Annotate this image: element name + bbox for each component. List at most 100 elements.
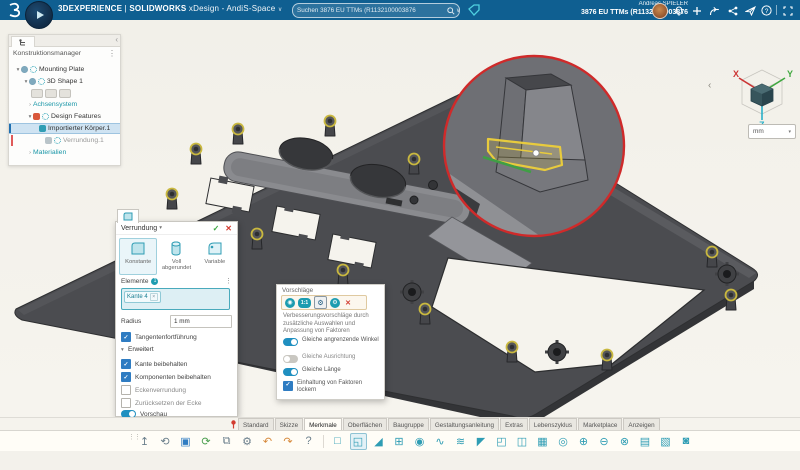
pin-icon[interactable] xyxy=(230,420,237,429)
tree-config-badges[interactable] xyxy=(9,88,142,99)
refresh-icon[interactable]: ⟳ xyxy=(198,433,215,450)
3ds-logo[interactable] xyxy=(6,2,24,18)
toggle-equal-alignment[interactable]: Gleiche Ausrichtung xyxy=(283,354,381,363)
units-dropdown[interactable]: mm ▾ xyxy=(748,124,796,139)
tab-merkmale[interactable]: Merkmale xyxy=(304,418,342,430)
type-full-round-button[interactable]: Voll abgerundet xyxy=(157,238,195,275)
checkbox-icon[interactable] xyxy=(121,398,131,408)
tab-skizze[interactable]: Skizze xyxy=(274,418,304,430)
chip-close-icon[interactable]: × xyxy=(149,293,158,301)
search-bar[interactable] xyxy=(292,3,460,18)
search-options-chevron-icon[interactable]: ∨ xyxy=(456,7,460,14)
tree-item-3d-shape[interactable]: ▾ 3D Shape 1 xyxy=(9,76,134,87)
option-reset-corner[interactable]: Zurücksetzen der Ecke xyxy=(121,398,232,408)
boss-icon[interactable]: ⊕ xyxy=(575,433,592,450)
optimize-icon[interactable]: ◉ xyxy=(285,297,295,308)
draft-icon[interactable]: ◤ xyxy=(473,433,490,450)
toggle-on[interactable] xyxy=(283,338,298,346)
redo-icon[interactable]: ↷ xyxy=(280,433,297,450)
tree-item-imported-body[interactable]: Importierter Körper.1 xyxy=(9,123,120,134)
chevron-down-icon[interactable]: ▾ xyxy=(159,225,212,231)
pattern-icon[interactable]: ▦ xyxy=(534,433,551,450)
tab-lebenszyklus[interactable]: Lebenszyklus xyxy=(528,418,578,430)
close-icon[interactable]: ✕ xyxy=(343,298,353,308)
auto-apply-icon[interactable]: ⚙ xyxy=(330,297,340,308)
compass-logo[interactable] xyxy=(25,1,53,29)
rib-icon[interactable]: ▤ xyxy=(637,433,654,450)
fillet-dialog-header[interactable]: Verrundung ▾ ✓ ✕ xyxy=(116,222,237,235)
send-plane-icon[interactable] xyxy=(744,4,757,17)
tab-standard[interactable]: Standard xyxy=(238,418,274,430)
checkbox-icon[interactable] xyxy=(121,385,131,395)
tab-baugruppe[interactable]: Baugruppe xyxy=(388,418,429,430)
cut-icon[interactable]: ⊖ xyxy=(596,433,613,450)
tab-extras[interactable]: Extras xyxy=(500,418,528,430)
triad-collapse-arrow[interactable]: ‹ xyxy=(708,80,711,91)
settings-gear-icon[interactable]: ⚙ xyxy=(239,433,256,450)
config-badge[interactable] xyxy=(31,89,43,98)
search-input[interactable] xyxy=(297,7,447,14)
caret-icon[interactable]: ▾ xyxy=(121,347,128,353)
settings-gear-icon[interactable]: ⚙ xyxy=(314,296,327,309)
section-advanced[interactable]: ▾ Erweitert xyxy=(121,346,232,353)
toggle-equal-adjacent[interactable]: Gleiche angrenzende Winkel xyxy=(283,337,381,346)
type-constant-button[interactable]: Konstante xyxy=(119,238,158,275)
tag-icon[interactable] xyxy=(468,4,480,16)
dome-icon[interactable]: ◙ xyxy=(678,433,695,450)
panel-collapse-icon[interactable]: ‹ xyxy=(115,35,118,44)
history-icon[interactable]: ⟲ xyxy=(157,433,174,450)
toggle-equal-length[interactable]: Gleiche Länge xyxy=(283,367,381,376)
elements-selection-box[interactable]: Kante 4 × xyxy=(121,288,230,310)
config-badge[interactable] xyxy=(45,89,57,98)
checkbox-checked-icon[interactable]: ✓ xyxy=(121,359,131,369)
chevron-down-icon[interactable]: ∨ xyxy=(278,7,283,13)
option-corner-fillet[interactable]: Eckenverrundung xyxy=(121,385,232,395)
app-context[interactable]: xDesign - AndiS-Space xyxy=(189,4,275,13)
cancel-button[interactable]: ✕ xyxy=(225,224,232,233)
tree-item-materialien[interactable]: › Materialien xyxy=(9,147,138,158)
search-icon[interactable] xyxy=(447,6,455,15)
help-icon[interactable]: ? xyxy=(300,433,317,450)
tab-marketplace[interactable]: Marketplace xyxy=(578,418,623,430)
fillet-dialog-tab[interactable] xyxy=(117,209,139,223)
tree-item-verrundung[interactable]: Verrundung.1 xyxy=(9,135,156,146)
toolbar-drag-handle[interactable]: ⋮⋮ xyxy=(128,433,141,441)
help-icon[interactable]: ? xyxy=(760,4,773,17)
shell-icon[interactable]: ◰ xyxy=(493,433,510,450)
intersect-icon[interactable]: ⊗ xyxy=(616,433,633,450)
checkbox-checked-icon[interactable]: ✓ xyxy=(121,372,131,382)
check-relax-factors[interactable]: ✓ Einhaltung von Faktoren lockern xyxy=(283,380,381,394)
chamfer-icon[interactable]: ◢ xyxy=(370,433,387,450)
option-keep-edge[interactable]: ✓ Kante beibehalten xyxy=(121,359,232,369)
fillet-tool-icon[interactable]: ◱ xyxy=(349,432,367,450)
ratio-badge[interactable]: 1:1 xyxy=(298,297,311,308)
tree-item-achsensystem[interactable]: › Achsensystem xyxy=(9,99,138,110)
option-tangent[interactable]: ✓ Tangentenfortführung xyxy=(121,332,232,342)
clipboard-icon[interactable]: ⧉ xyxy=(218,433,235,450)
primitive-box-icon[interactable]: □ xyxy=(329,433,346,450)
revolve-icon[interactable]: ◉ xyxy=(411,433,428,450)
thicken-icon[interactable]: ▧ xyxy=(657,433,674,450)
type-variable-button[interactable]: Variable xyxy=(196,238,234,275)
tree-item-mounting-plate[interactable]: ▾ Mounting Plate xyxy=(9,64,126,75)
sweep-icon[interactable]: ∿ xyxy=(432,433,449,450)
avatar[interactable] xyxy=(652,3,668,19)
option-keep-components[interactable]: ✓ Komponenten beibehalten xyxy=(121,372,232,382)
nav-cube[interactable] xyxy=(750,83,774,107)
tree-item-design-features[interactable]: ▾ Design Features xyxy=(9,111,138,122)
undo-icon[interactable]: ↶ xyxy=(259,433,276,450)
tab-anzeigen[interactable]: Anzeigen xyxy=(623,418,660,430)
checkbox-checked-icon[interactable]: ✓ xyxy=(121,332,131,342)
share-network-icon[interactable] xyxy=(726,4,739,17)
checkbox-checked-icon[interactable]: ✓ xyxy=(283,381,293,391)
confirm-button[interactable]: ✓ xyxy=(213,224,220,233)
notifications-bell-icon[interactable] xyxy=(672,4,685,17)
extrude-icon[interactable]: ⊞ xyxy=(391,433,408,450)
toggle-off[interactable] xyxy=(283,355,298,363)
add-content-icon[interactable] xyxy=(690,4,703,17)
toggle-on[interactable] xyxy=(283,368,298,376)
axis-triad[interactable]: X Y Z xyxy=(705,62,800,128)
fullscreen-icon[interactable] xyxy=(781,4,794,17)
config-badge[interactable] xyxy=(59,89,71,98)
tree-menu-icon[interactable]: ⋮ xyxy=(108,49,116,58)
